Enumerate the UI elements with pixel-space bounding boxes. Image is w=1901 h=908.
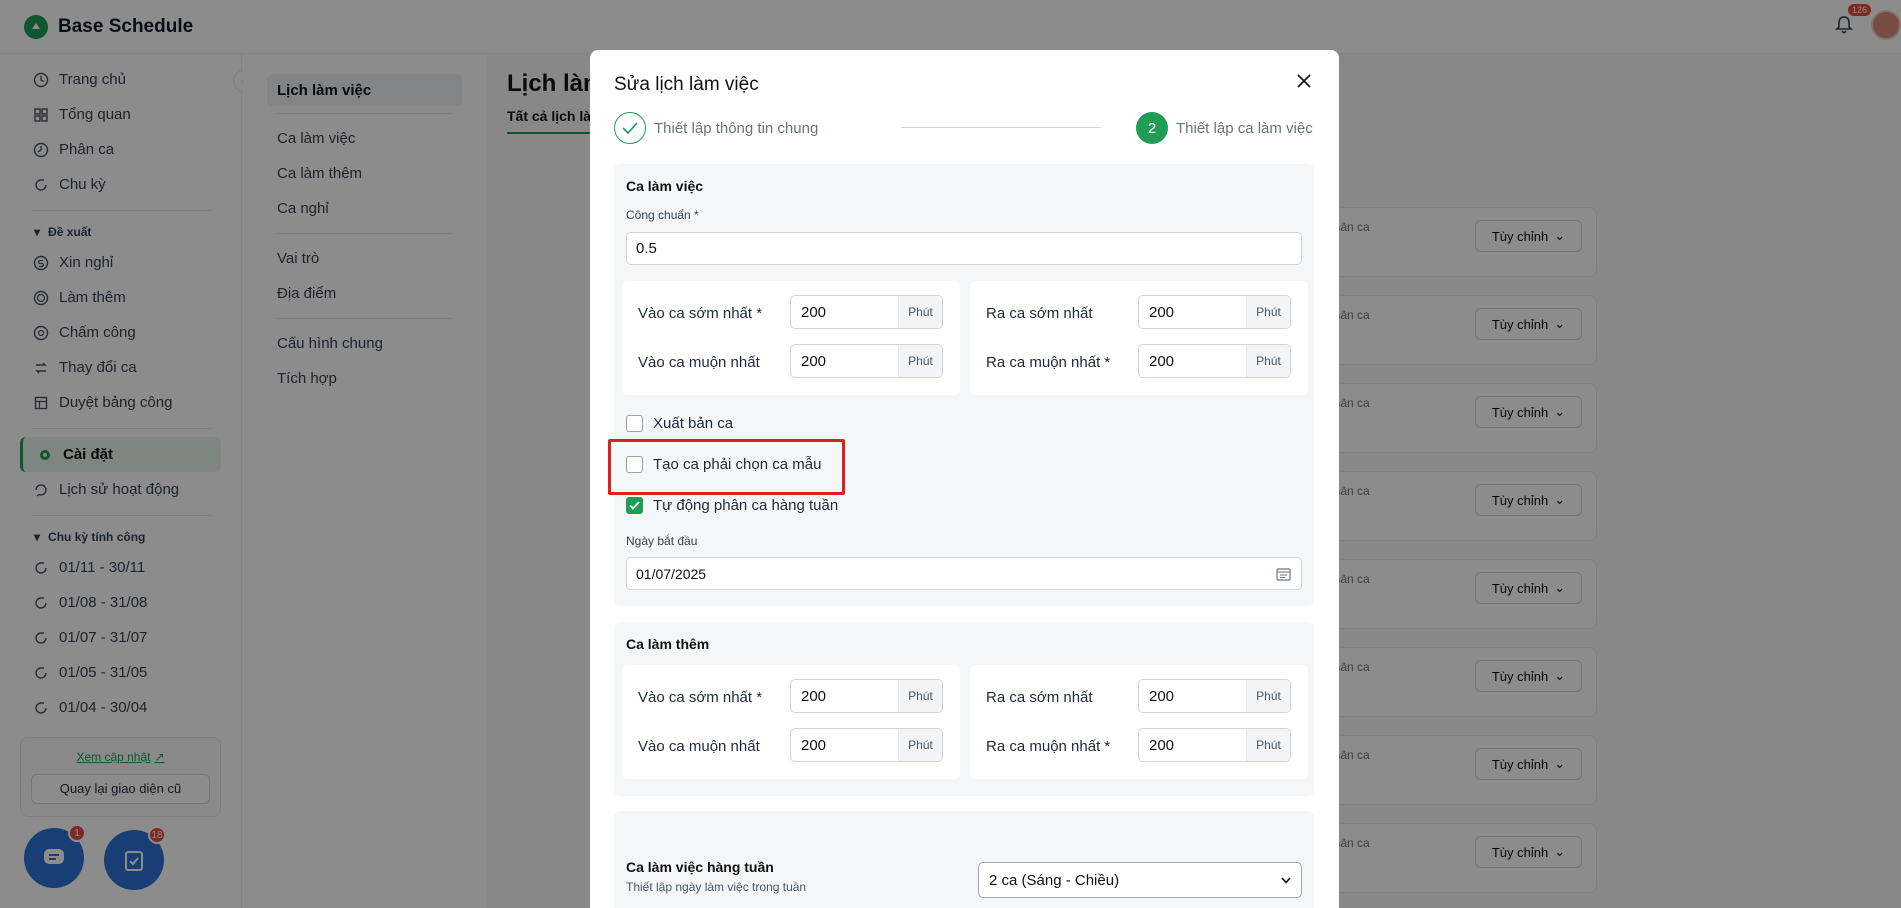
- start-date-label: Ngày bắt đầu: [626, 534, 698, 548]
- step-connector: [901, 127, 1101, 128]
- highlight-annotation: [608, 439, 845, 495]
- standard-work-input[interactable]: 0.5: [626, 232, 1302, 265]
- section-title: Ca làm việc: [626, 178, 704, 194]
- overtime-check-in-card: Vào ca sớm nhất * 200 Phút Vào ca muộn n…: [622, 665, 960, 779]
- select-value: 2 ca (Sáng - Chiều): [989, 871, 1120, 889]
- stepper: Thiết lập thông tin chung 2 Thiết lập ca…: [614, 112, 1314, 144]
- overtime-section: Ca làm thêm Vào ca sớm nhất * 200 Phút V…: [614, 622, 1314, 796]
- weekly-schedule-section: Ca làm việc hàng tuần Thiết lập ngày làm…: [614, 811, 1314, 908]
- weekly-shift-select[interactable]: 2 ca (Sáng - Chiều): [978, 862, 1302, 898]
- modal-title: Sửa lịch làm việc: [614, 74, 759, 95]
- unit-label: Phút: [898, 296, 942, 328]
- calendar-icon[interactable]: [1276, 567, 1291, 581]
- step-done-icon: [614, 112, 646, 144]
- input-value: 200: [1149, 352, 1175, 370]
- unit-label: Phút: [1246, 680, 1290, 712]
- earliest-check-out-input[interactable]: 200 Phút: [1138, 295, 1291, 329]
- close-button[interactable]: [1293, 70, 1315, 92]
- input-value: 200: [1149, 303, 1175, 321]
- ot-latest-check-out-input[interactable]: 200 Phút: [1138, 728, 1291, 762]
- chevron-down-icon: [1281, 876, 1291, 884]
- start-date-input[interactable]: 01/07/2025: [626, 557, 1302, 590]
- latest-check-out-label: Ra ca muộn nhất *: [986, 738, 1111, 755]
- unit-label: Phút: [898, 680, 942, 712]
- latest-check-out-label: Ra ca muộn nhất *: [986, 354, 1111, 371]
- standard-work-label: Công chuẩn *: [626, 208, 699, 222]
- latest-check-in-label: Vào ca muộn nhất: [638, 354, 760, 371]
- unit-label: Phút: [898, 729, 942, 761]
- latest-check-out-input[interactable]: 200 Phút: [1138, 344, 1291, 378]
- earliest-check-out-label: Ra ca sớm nhất: [986, 305, 1093, 322]
- close-icon: [1297, 74, 1311, 88]
- input-value: 01/07/2025: [636, 565, 707, 582]
- publish-shift-checkbox[interactable]: [626, 415, 643, 432]
- step-2-number: 2: [1136, 112, 1168, 144]
- earliest-check-in-label: Vào ca sớm nhất *: [638, 689, 763, 706]
- auto-assign-checkbox[interactable]: [626, 497, 643, 514]
- check-in-card: Vào ca sớm nhất * 200 Phút Vào ca muộn n…: [622, 281, 960, 395]
- step-1-label[interactable]: Thiết lập thông tin chung: [654, 120, 818, 137]
- ot-earliest-check-out-input[interactable]: 200 Phút: [1138, 679, 1291, 713]
- earliest-check-in-input[interactable]: 200 Phút: [790, 295, 943, 329]
- auto-assign-checkbox-row[interactable]: Tự động phân ca hàng tuần: [626, 497, 838, 514]
- input-value: 200: [801, 736, 827, 754]
- unit-label: Phút: [1246, 729, 1290, 761]
- unit-label: Phút: [1246, 296, 1290, 328]
- input-value: 200: [1149, 687, 1175, 705]
- checkbox-label: Tự động phân ca hàng tuần: [653, 497, 839, 514]
- section-subtitle: Thiết lập ngày làm việc trong tuần: [626, 880, 807, 894]
- step-2-label[interactable]: Thiết lập ca làm việc: [1176, 120, 1313, 137]
- section-title: Ca làm việc hàng tuần: [626, 859, 774, 875]
- input-value: 200: [801, 303, 827, 321]
- earliest-check-out-label: Ra ca sớm nhất: [986, 689, 1093, 706]
- ot-earliest-check-in-input[interactable]: 200 Phút: [790, 679, 943, 713]
- checkbox-label: Xuất bản ca: [653, 415, 734, 432]
- section-title: Ca làm thêm: [626, 636, 710, 652]
- ot-latest-check-in-input[interactable]: 200 Phút: [790, 728, 943, 762]
- input-value: 200: [801, 352, 827, 370]
- unit-label: Phút: [1246, 345, 1290, 377]
- overtime-check-out-card: Ra ca sớm nhất 200 Phút Ra ca muộn nhất …: [970, 665, 1308, 779]
- earliest-check-in-label: Vào ca sớm nhất *: [638, 305, 763, 322]
- publish-shift-checkbox-row[interactable]: Xuất bản ca: [626, 415, 733, 432]
- input-value: 200: [1149, 736, 1175, 754]
- input-value: 200: [801, 687, 827, 705]
- check-out-card: Ra ca sớm nhất 200 Phút Ra ca muộn nhất …: [970, 281, 1308, 395]
- edit-schedule-modal: Sửa lịch làm việc Thiết lập thông tin ch…: [590, 50, 1339, 908]
- latest-check-in-input[interactable]: 200 Phút: [790, 344, 943, 378]
- check-icon: [629, 501, 640, 510]
- latest-check-in-label: Vào ca muộn nhất: [638, 738, 760, 755]
- unit-label: Phút: [898, 345, 942, 377]
- work-shift-section: Ca làm việc Công chuẩn * 0.5 Vào ca sớm …: [614, 164, 1314, 606]
